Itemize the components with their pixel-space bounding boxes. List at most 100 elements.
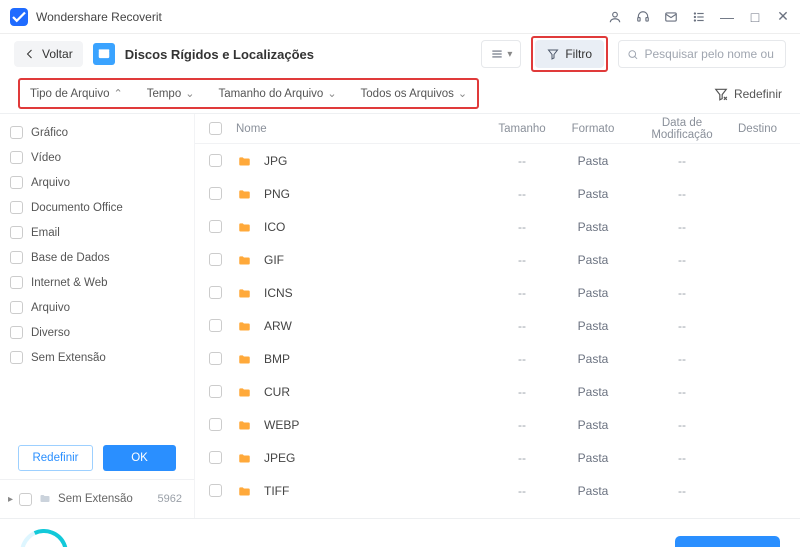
row-date: -- (632, 418, 732, 432)
row-format: Pasta (560, 451, 626, 465)
category-item[interactable]: Gráfico (10, 120, 192, 145)
category-item[interactable]: Vídeo (10, 145, 192, 170)
category-checkbox[interactable] (10, 301, 23, 314)
category-checkbox[interactable] (10, 176, 23, 189)
back-label: Voltar (42, 47, 73, 61)
row-size: -- (490, 286, 554, 300)
row-size: -- (490, 187, 554, 201)
row-name: JPG (264, 154, 484, 168)
tree-item-sem-extensao[interactable]: ▸ Sem Extensão 5962 (8, 486, 182, 512)
column-format[interactable]: Formato (560, 123, 626, 135)
row-date: -- (632, 385, 732, 399)
category-item[interactable]: Arquivo (10, 295, 192, 320)
column-dest[interactable]: Destino (738, 123, 800, 135)
category-item[interactable]: Email (10, 220, 192, 245)
row-format: Pasta (560, 220, 626, 234)
category-checkbox[interactable] (10, 201, 23, 214)
row-checkbox[interactable] (209, 187, 222, 200)
row-checkbox[interactable] (209, 253, 222, 266)
minimize-button[interactable]: — (720, 9, 734, 25)
row-date: -- (632, 484, 732, 498)
row-checkbox[interactable] (209, 418, 222, 431)
search-box[interactable] (618, 40, 786, 68)
table-row[interactable]: CUR--Pasta-- (195, 375, 800, 408)
table-row[interactable]: BMP--Pasta-- (195, 342, 800, 375)
filter-size[interactable]: Tamanho do Arquivo⌄ (212, 83, 342, 104)
category-label: Vídeo (31, 152, 61, 164)
category-checkbox[interactable] (10, 326, 23, 339)
reset-filters-button[interactable]: Redefinir (714, 87, 782, 101)
table-row[interactable]: ARW--Pasta-- (195, 309, 800, 342)
sidebar: Gráfico Vídeo Arquivo Documento Office Email… (0, 114, 195, 518)
select-all-checkbox[interactable] (209, 122, 222, 135)
app-title: Wondershare Recoverit (36, 10, 162, 24)
filter-all[interactable]: Todos os Arquivos⌄ (355, 83, 474, 104)
headset-icon[interactable] (636, 10, 650, 24)
filter-type[interactable]: Tipo de Arquivo⌃ (24, 83, 129, 104)
category-label: Arquivo (31, 177, 70, 189)
category-checkbox[interactable] (10, 351, 23, 364)
table-row[interactable]: WEBP--Pasta-- (195, 408, 800, 441)
sidebar-reset-button[interactable]: Redefinir (18, 445, 93, 471)
row-checkbox[interactable] (209, 220, 222, 233)
row-checkbox[interactable] (209, 352, 222, 365)
row-checkbox[interactable] (209, 319, 222, 332)
row-format: Pasta (560, 286, 626, 300)
category-item[interactable]: Internet & Web (10, 270, 192, 295)
filter-button-label: Filtro (565, 47, 592, 61)
close-button[interactable]: ✕ (776, 8, 790, 25)
category-checkbox[interactable] (10, 251, 23, 264)
column-size[interactable]: Tamanho (490, 123, 554, 135)
table-row[interactable]: GIF--Pasta-- (195, 243, 800, 276)
row-checkbox[interactable] (209, 154, 222, 167)
row-name: JPEG (264, 451, 484, 465)
row-format: Pasta (560, 253, 626, 267)
search-input[interactable] (644, 47, 777, 61)
table-row[interactable]: JPEG--Pasta-- (195, 441, 800, 474)
category-item[interactable]: Sem Extensão (10, 345, 192, 370)
back-button[interactable]: Voltar (14, 41, 83, 67)
row-checkbox[interactable] (209, 484, 222, 497)
filter-pills-highlight: Tipo de Arquivo⌃ Tempo⌄ Tamanho do Arqui… (18, 78, 479, 109)
table-row[interactable]: PNG--Pasta-- (195, 177, 800, 210)
filter-row: Tipo de Arquivo⌃ Tempo⌄ Tamanho do Arqui… (0, 74, 800, 114)
table-row[interactable]: TIFF--Pasta-- (195, 474, 800, 507)
view-mode-dropdown[interactable]: ▾ (481, 40, 521, 68)
list-icon[interactable] (692, 10, 706, 24)
table-row[interactable]: ICNS--Pasta-- (195, 276, 800, 309)
row-name: ICNS (264, 286, 484, 300)
column-name[interactable]: Nome (228, 123, 484, 135)
category-checkbox[interactable] (10, 276, 23, 289)
recover-button[interactable]: Recuperar (675, 536, 780, 547)
sidebar-ok-button[interactable]: OK (103, 445, 176, 471)
row-checkbox[interactable] (209, 286, 222, 299)
category-item[interactable]: Base de Dados (10, 245, 192, 270)
filter-time[interactable]: Tempo⌄ (141, 83, 201, 104)
table-row[interactable]: JPG--Pasta-- (195, 144, 800, 177)
row-checkbox[interactable] (209, 385, 222, 398)
column-date[interactable]: Data de Modificação (632, 117, 732, 141)
mail-icon[interactable] (664, 10, 678, 24)
category-checkbox[interactable] (10, 151, 23, 164)
category-label: Email (31, 227, 60, 239)
category-checkbox[interactable] (10, 226, 23, 239)
tree-checkbox[interactable] (19, 493, 32, 506)
row-date: -- (632, 220, 732, 234)
titlebar: Wondershare Recoverit — □ ✕ (0, 0, 800, 34)
tree-item-count: 5962 (158, 493, 182, 505)
tree-expand-icon[interactable]: ▸ (8, 494, 13, 505)
folder-icon (236, 254, 250, 266)
account-icon[interactable] (608, 10, 622, 24)
filter-button[interactable]: Filtro (535, 40, 604, 68)
category-item[interactable]: Diverso (10, 320, 192, 345)
row-name: WEBP (264, 418, 484, 432)
category-checkbox[interactable] (10, 126, 23, 139)
maximize-button[interactable]: □ (748, 9, 762, 25)
category-item[interactable]: Arquivo (10, 170, 192, 195)
table-row[interactable]: ICO--Pasta-- (195, 210, 800, 243)
category-label: Documento Office (31, 202, 123, 214)
category-item[interactable]: Documento Office (10, 195, 192, 220)
row-checkbox[interactable] (209, 451, 222, 464)
location-icon (93, 43, 115, 65)
scan-progress-icon (20, 529, 68, 547)
